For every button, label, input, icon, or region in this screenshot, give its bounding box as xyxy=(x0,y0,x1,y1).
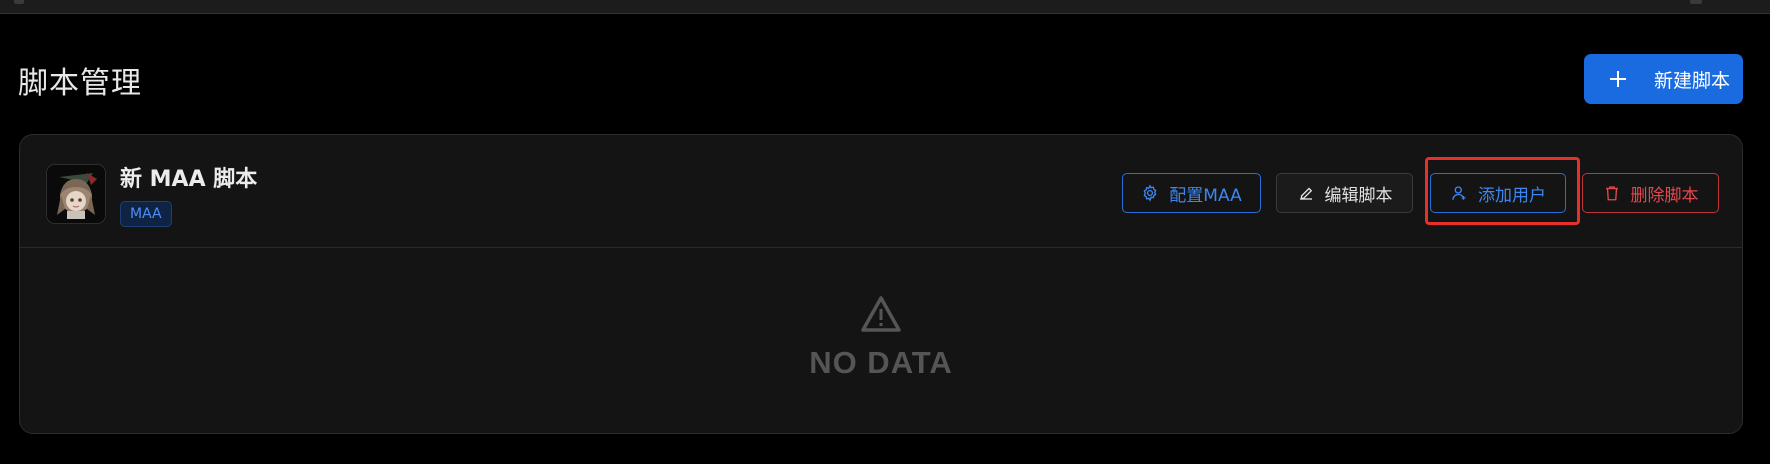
script-card-header: 新 MAA 脚本 MAA 配置MAA 编辑脚本 添加用户 删除脚本 xyxy=(20,135,1742,248)
delete-script-label: 删除脚本 xyxy=(1630,185,1699,206)
config-maa-label: 配置MAA xyxy=(1169,185,1242,206)
new-script-button-label: 新建脚本 xyxy=(1654,69,1731,92)
script-type-tag: MAA xyxy=(120,201,172,227)
edit-script-label: 编辑脚本 xyxy=(1324,185,1393,206)
page-title: 脚本管理 xyxy=(18,66,142,101)
script-card: 新 MAA 脚本 MAA 配置MAA 编辑脚本 添加用户 删除脚本 NO DAT… xyxy=(19,134,1743,434)
user-add-icon xyxy=(1452,186,1466,200)
add-user-label: 添加用户 xyxy=(1478,185,1546,206)
script-avatar xyxy=(46,164,106,224)
delete-script-button[interactable]: 删除脚本 xyxy=(1582,173,1719,213)
add-user-button[interactable]: 添加用户 xyxy=(1430,173,1566,213)
empty-state: NO DATA xyxy=(20,247,1742,435)
new-script-button[interactable]: 新建脚本 xyxy=(1584,54,1743,104)
window-topbar xyxy=(0,0,1770,14)
edit-script-button[interactable]: 编辑脚本 xyxy=(1276,173,1413,213)
pencil-icon xyxy=(1299,187,1312,200)
empty-state-text: NO DATA xyxy=(809,345,953,380)
topbar-right-icon xyxy=(1690,0,1702,4)
warning-triangle-icon xyxy=(861,296,901,332)
gear-icon xyxy=(1143,184,1157,202)
config-maa-button[interactable]: 配置MAA xyxy=(1122,173,1261,213)
trash-icon xyxy=(1605,186,1618,201)
script-name: 新 MAA 脚本 xyxy=(120,167,258,192)
avatar-character-icon xyxy=(47,165,105,223)
topbar-left-icon xyxy=(14,0,24,4)
plus-icon xyxy=(1608,69,1628,89)
